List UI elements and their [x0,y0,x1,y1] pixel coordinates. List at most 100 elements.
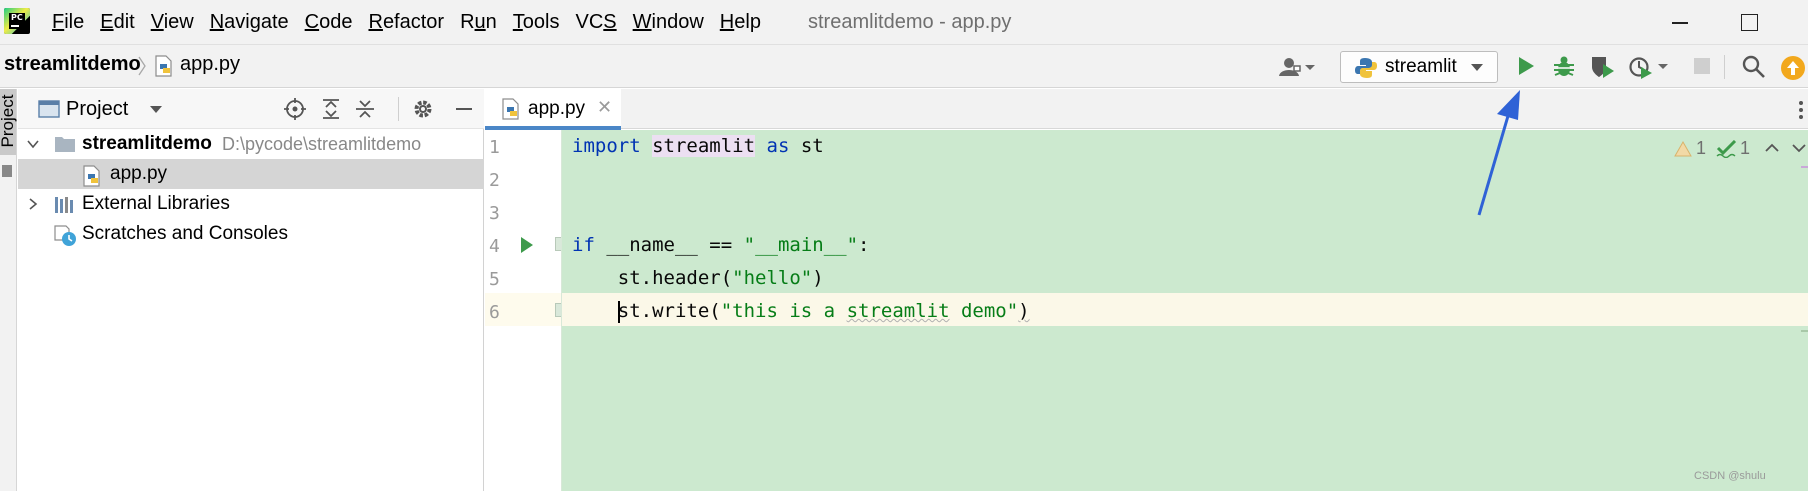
header-divider [398,97,399,121]
code-module: streamlit [652,135,756,157]
chevron-down-icon[interactable] [26,137,40,151]
run-configuration-name: streamlit [1385,56,1457,77]
menu-tools[interactable]: Tools [513,11,560,34]
minimize-button[interactable] [1664,8,1694,36]
project-view-title[interactable]: Project [66,98,128,121]
folder-icon [55,137,75,152]
updates-icon[interactable] [1780,55,1806,81]
scrollbar-marker [1801,330,1808,332]
code-punctuation: ) [812,267,824,289]
tree-item-external-libraries[interactable]: External Libraries [18,189,484,219]
python-file-icon [83,165,100,187]
project-panel-header: Project [18,89,484,129]
tree-item-project-root[interactable]: streamlitdemo D:\pycode\streamlitdemo [18,129,484,159]
editor-gutter: 1 2 3 4 5 6 [485,130,569,491]
previous-highlight-icon[interactable] [1765,143,1779,153]
menu-run[interactable]: Run [460,11,497,34]
menu-help[interactable]: Help [720,11,761,34]
breadcrumb-project[interactable]: streamlitdemo [4,53,141,76]
menu-refactor[interactable]: Refactor [368,11,444,34]
warning-icon[interactable] [1674,141,1692,157]
locate-file-icon[interactable] [284,98,306,120]
logo-text: PC [9,13,25,29]
tree-item-app-py[interactable]: app.py [18,159,484,189]
editor-tab-app-py[interactable]: app.py ✕ [485,89,621,130]
tree-item-scratches[interactable]: Scratches and Consoles [18,219,484,249]
chevron-down-icon[interactable] [150,106,162,113]
more-vertical-icon[interactable] [1798,99,1804,121]
line-number: 2 [489,170,500,191]
title-bar: PC File Edit View Navigate Code Refactor Run To… [0,0,1808,44]
run-configuration-selector[interactable]: streamlit [1340,51,1498,83]
python-file-icon [502,98,519,120]
breadcrumb-separator-icon [138,56,146,76]
code-string: "hello" [732,267,813,289]
vcs-user-icon[interactable] [1278,57,1318,79]
collapse-all-icon[interactable] [354,98,376,120]
code-identifier: st [800,135,824,157]
code-line-1: import streamlit as st [572,135,824,157]
gear-icon[interactable] [412,98,434,120]
close-icon[interactable]: ✕ [597,97,612,118]
weak-warning-count[interactable]: 1 [1740,138,1750,159]
maximize-button[interactable] [1733,8,1763,36]
code-string-typo: streamlit [846,300,950,322]
menu-edit[interactable]: Edit [100,11,134,34]
run-with-coverage-icon[interactable] [1590,55,1616,79]
run-gutter-icon[interactable] [521,237,533,253]
project-view-icon [38,100,60,118]
library-icon [55,197,73,213]
code-keyword: as [766,135,790,157]
structure-tool-icon[interactable] [2,165,12,177]
navigation-bar: streamlitdemo app.py streamlit [0,44,1808,88]
ide-window: PC File Edit View Navigate Code Refactor Run To… [0,0,1808,491]
code-punctuation: ) [1018,300,1030,322]
project-tool-tab[interactable]: Project [0,89,17,155]
menu-navigate[interactable]: Navigate [210,11,289,34]
left-tool-strip: Project [0,89,17,491]
next-highlight-icon[interactable] [1792,143,1806,153]
menu-bar: File Edit View Navigate Code Refactor Run Tools… [52,0,777,44]
debug-icon[interactable] [1552,55,1576,79]
code-string: "__main__" [743,234,859,256]
line-number: 3 [489,203,500,224]
scratches-icon [54,225,76,246]
menu-window[interactable]: Window [633,11,704,34]
menu-view[interactable]: View [151,11,194,34]
line-number: 5 [489,269,500,290]
tree-item-label: External Libraries [82,193,230,214]
profile-icon[interactable] [1628,55,1672,79]
weak-warning-icon[interactable] [1716,140,1738,158]
run-icon[interactable] [1516,55,1536,77]
hide-panel-icon[interactable] [456,108,472,110]
search-icon[interactable] [1742,55,1766,79]
tree-item-label: streamlitdemo [82,133,212,154]
menu-code[interactable]: Code [305,11,353,34]
code-line-5: st.header("hello") [572,267,824,289]
chevron-right-icon[interactable] [26,197,40,211]
project-tool-tab-label: Project [0,94,17,148]
code-keyword: if [572,234,595,256]
window-title: streamlitdemo - app.py [808,11,1012,33]
scrollbar-marker [1801,166,1808,168]
chevron-down-icon [1471,64,1483,71]
code-line-6: st.write("this is a streamlit demo") [572,300,1030,323]
code-editor[interactable]: import streamlit as st if __name__ == "_… [561,130,1808,491]
editor-tab-bar: app.py ✕ [485,89,1808,130]
expand-all-icon[interactable] [320,98,342,120]
annotation-arrow-icon [1477,90,1520,216]
tree-item-path: D:\pycode\streamlitdemo [222,134,422,154]
warning-count[interactable]: 1 [1696,138,1706,159]
stop-icon[interactable] [1694,58,1710,74]
code-keyword: import [572,135,641,157]
pycharm-logo-icon: PC [4,8,30,34]
breadcrumb-file[interactable]: app.py [180,53,240,76]
code-call: st.write( [617,300,721,322]
code-call: st.header( [617,267,733,289]
code-string: demo" [949,300,1019,322]
menu-file[interactable]: File [52,11,84,34]
menu-vcs[interactable]: VCS [576,11,617,34]
line-number: 4 [489,236,500,257]
editor-tab-label: app.py [528,98,586,119]
toolbar-divider [1724,55,1725,79]
